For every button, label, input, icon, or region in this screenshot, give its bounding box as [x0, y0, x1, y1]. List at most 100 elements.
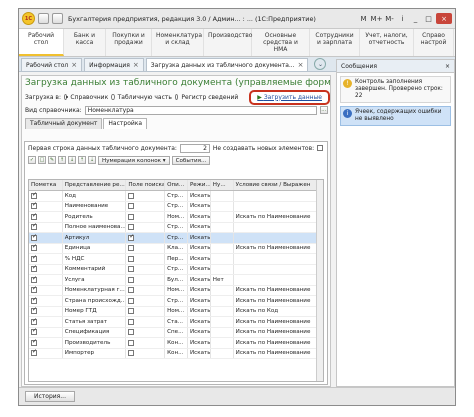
mark-checkbox[interactable] — [31, 254, 37, 262]
table-row[interactable]: Номенклатурная г... Ном...Искать Искать по… — [29, 285, 323, 296]
section-bank[interactable]: Банк и касса — [64, 29, 106, 56]
condition-cell[interactable]: Искать по Код — [234, 307, 323, 317]
mode-cell[interactable]: Искать — [188, 264, 211, 274]
mode-cell[interactable]: Искать — [188, 296, 211, 306]
col-mark[interactable]: Пометка — [29, 180, 63, 190]
mark-checkbox[interactable] — [31, 338, 37, 346]
search-cell[interactable] — [126, 296, 166, 306]
search-checkbox[interactable] — [128, 213, 135, 220]
table-row[interactable]: Полное наименова... Стр...Искать — [29, 222, 323, 233]
section-desktop[interactable]: Рабочий стол — [19, 29, 64, 56]
mark-checkbox[interactable] — [31, 296, 37, 304]
search-cell[interactable] — [126, 233, 166, 243]
mark-checkbox[interactable] — [31, 317, 37, 325]
mode-cell[interactable]: Искать — [188, 317, 211, 327]
search-cell[interactable] — [126, 275, 166, 285]
forward-icon[interactable] — [52, 13, 63, 24]
section-purchases[interactable]: Покупки и продажи — [106, 29, 152, 56]
search-cell[interactable] — [126, 306, 166, 316]
condition-cell[interactable]: Искать по Наименование — [234, 212, 323, 222]
tab-information[interactable]: Информация × — [84, 58, 144, 71]
condition-cell[interactable]: Искать по Наименование — [234, 328, 323, 338]
mark-cell[interactable] — [29, 243, 63, 253]
condition-cell[interactable] — [234, 275, 323, 285]
section-taxes[interactable]: Учет, налоги, отчетность — [360, 29, 414, 56]
search-checkbox[interactable] — [128, 276, 135, 283]
mark-checkbox[interactable] — [31, 349, 37, 357]
search-cell[interactable] — [126, 285, 166, 295]
mark-cell[interactable] — [29, 191, 63, 201]
search-checkbox[interactable] — [128, 339, 135, 346]
radio-table-part[interactable] — [111, 94, 115, 100]
condition-cell[interactable] — [234, 223, 323, 233]
mark-cell[interactable] — [29, 285, 63, 295]
table-row[interactable]: Спецификация Спе...Искать Искать по Наимен… — [29, 327, 323, 338]
mode-cell[interactable]: Искать — [188, 254, 211, 264]
grid-scrollbar[interactable] — [316, 180, 323, 381]
search-cell[interactable] — [126, 191, 166, 201]
table-row[interactable]: Код Стр...Искать — [29, 191, 323, 202]
history-button[interactable]: История... — [25, 391, 75, 402]
maximize-button[interactable]: □ — [423, 13, 434, 24]
search-checkbox[interactable] — [128, 192, 135, 199]
condition-cell[interactable]: Искать по Наименование — [234, 317, 323, 327]
radio-catalog[interactable] — [64, 94, 69, 100]
table-row[interactable]: Импортер Кон...Искать Искать по Наименован… — [29, 348, 323, 359]
mode-cell[interactable]: Искать — [188, 191, 211, 201]
condition-cell[interactable]: Искать по Наименование — [234, 296, 323, 306]
mode-cell[interactable]: Искать — [188, 327, 211, 337]
mark-checkbox[interactable] — [31, 307, 37, 315]
condition-cell[interactable] — [234, 202, 323, 212]
message-item[interactable]: ! Контроль заполнения завершен. Проверен… — [340, 76, 451, 103]
search-checkbox[interactable] — [128, 318, 135, 325]
mark-cell[interactable] — [29, 296, 63, 306]
mode-cell[interactable]: Искать — [188, 275, 211, 285]
table-row[interactable]: Артикул Стр...Искать — [29, 233, 323, 244]
table-row[interactable]: Комментарий Стр...Искать — [29, 264, 323, 275]
events-button[interactable]: События... — [171, 155, 211, 165]
search-checkbox[interactable] — [128, 203, 135, 210]
condition-cell[interactable] — [234, 191, 323, 201]
load-data-button[interactable]: ▶ Загрузить данные — [249, 89, 330, 105]
close-icon[interactable]: × — [133, 61, 139, 69]
mode-cell[interactable]: Искать — [188, 222, 211, 232]
mark-checkbox[interactable] — [31, 233, 37, 241]
search-cell[interactable] — [126, 201, 166, 211]
col-condition[interactable]: Условие связи / Выражен — [234, 180, 323, 190]
mark-checkbox[interactable] — [31, 244, 37, 252]
mark-cell[interactable] — [29, 306, 63, 316]
close-icon[interactable]: × — [71, 61, 77, 69]
minimize-button[interactable]: _ — [410, 13, 421, 24]
mark-checkbox[interactable] — [31, 191, 37, 199]
mode-cell[interactable]: Искать — [188, 348, 211, 358]
first-row-input[interactable]: 2 — [179, 143, 210, 153]
mark-checkbox[interactable] — [31, 328, 37, 336]
move-up-icon[interactable]: ↑ — [58, 156, 66, 164]
search-checkbox[interactable] — [128, 350, 135, 357]
search-cell[interactable] — [126, 348, 166, 358]
close-icon[interactable]: × — [298, 61, 304, 69]
search-checkbox[interactable] — [128, 255, 135, 262]
table-row[interactable]: % НДС Пер...Искать — [29, 254, 323, 265]
mode-cell[interactable]: Искать — [188, 338, 211, 348]
tab-data-import[interactable]: Загрузка данных из табличного документа.… — [145, 58, 309, 71]
memory-plus-button[interactable]: M+ — [371, 13, 383, 24]
mode-cell[interactable]: Искать — [188, 306, 211, 316]
tab-desktop[interactable]: Рабочий стол × — [21, 58, 83, 71]
table-row[interactable]: Статья затрат Ста...Искать Искать по Наиме… — [29, 317, 323, 328]
condition-cell[interactable] — [234, 265, 323, 275]
mark-cell[interactable] — [29, 338, 63, 348]
close-icon[interactable]: × — [445, 63, 450, 70]
close-window-button[interactable]: × — [436, 13, 452, 24]
col-number[interactable]: Ну... — [211, 180, 234, 190]
select-icon[interactable]: … — [319, 106, 328, 114]
mode-cell[interactable]: Искать — [188, 212, 211, 222]
table-row[interactable]: Родитель Ном...Искать Искать по Наименован… — [29, 212, 323, 223]
search-cell[interactable] — [126, 264, 166, 274]
message-item[interactable]: i Ячеек, содержащих ошибки не выявлено — [340, 106, 451, 126]
edit-icon[interactable]: ✎ — [48, 156, 56, 164]
search-cell[interactable] — [126, 317, 166, 327]
section-production[interactable]: Производство — [204, 29, 252, 56]
search-cell[interactable] — [126, 243, 166, 253]
condition-cell[interactable] — [234, 233, 323, 243]
